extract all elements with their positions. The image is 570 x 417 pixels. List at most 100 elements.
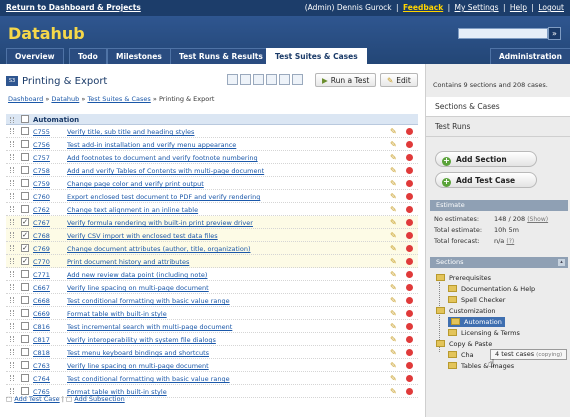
delete-icon[interactable]: [406, 128, 413, 135]
edit-icon[interactable]: ✎: [390, 140, 397, 149]
case-title[interactable]: Add footnotes to document and verify foo…: [67, 154, 258, 162]
case-id[interactable]: C762: [33, 206, 50, 214]
edit-icon[interactable]: ✎: [390, 361, 397, 370]
tree-item-licensing[interactable]: Licensing & Terms: [448, 329, 520, 337]
case-title[interactable]: Change text alignment in an inline table: [67, 206, 198, 214]
help-link[interactable]: Help: [510, 3, 527, 12]
drag-handle-icon[interactable]: [10, 310, 14, 316]
show-estimates-link[interactable]: (Show): [527, 216, 548, 223]
case-title[interactable]: Change page color and verify print outpu…: [67, 180, 204, 188]
drag-handle-icon[interactable]: [10, 258, 14, 264]
case-title[interactable]: Verify title, sub title and heading styl…: [67, 128, 194, 136]
tree-item-prerequisites[interactable]: Prerequisites: [436, 274, 491, 282]
run-test-button[interactable]: ▶ Run a Test: [315, 73, 377, 87]
delete-icon[interactable]: [406, 284, 413, 291]
case-title[interactable]: Change document attributes (author, titl…: [67, 245, 251, 253]
drag-handle-icon[interactable]: [10, 180, 14, 186]
row-checkbox[interactable]: [21, 166, 29, 174]
delete-icon[interactable]: [406, 193, 413, 200]
table-row[interactable]: C763 Verify line spacing on multi-page do…: [6, 359, 418, 372]
case-title[interactable]: Test incremental search with multi-page …: [67, 323, 232, 331]
row-checkbox[interactable]: [21, 348, 29, 356]
case-id[interactable]: C768: [33, 232, 50, 240]
table-row[interactable]: C771 Add new review data point (including…: [6, 268, 418, 281]
case-title[interactable]: Export enclosed test document to PDF and…: [67, 193, 260, 201]
drag-handle-icon[interactable]: [10, 167, 14, 173]
return-to-dashboard-link[interactable]: Return to Dashboard & Projects: [6, 3, 141, 12]
row-checkbox[interactable]: [21, 283, 29, 291]
table-row[interactable]: C760 Export enclosed test document to PDF…: [6, 190, 418, 203]
breadcrumb-suites[interactable]: Test Suites & Cases: [87, 95, 150, 103]
case-id[interactable]: C763: [33, 362, 50, 370]
delete-icon[interactable]: [406, 206, 413, 213]
row-checkbox[interactable]: [21, 335, 29, 343]
tree-item-copy-paste[interactable]: Copy & Paste: [436, 340, 492, 348]
case-title[interactable]: Add new review data point (including not…: [67, 271, 207, 279]
drag-handle-icon[interactable]: [10, 388, 14, 394]
case-title[interactable]: Format table with built-in style: [67, 310, 167, 318]
case-id[interactable]: C667: [33, 284, 50, 292]
drag-handle-icon[interactable]: [10, 232, 14, 238]
case-id[interactable]: C669: [33, 310, 50, 318]
drag-handle-icon[interactable]: [10, 117, 14, 123]
row-checkbox[interactable]: [21, 127, 29, 135]
case-title[interactable]: Test menu keyboard bindings and shortcut…: [67, 349, 209, 357]
tree-item-customization[interactable]: Customization: [436, 307, 496, 315]
delete-icon[interactable]: [406, 154, 413, 161]
search-button[interactable]: »: [548, 27, 561, 40]
select-all-checkbox[interactable]: [21, 115, 29, 123]
case-title[interactable]: Verify line spacing on multi-page docume…: [67, 284, 209, 292]
delete-icon[interactable]: [406, 375, 413, 382]
row-checkbox[interactable]: [21, 140, 29, 148]
move-icon[interactable]: [279, 74, 290, 85]
case-id[interactable]: C816: [33, 323, 50, 331]
table-row[interactable]: C669 Format table with built-in style ✎: [6, 307, 418, 320]
case-title[interactable]: Verify formula rendering with built-in p…: [67, 219, 253, 227]
drag-handle-icon[interactable]: [10, 154, 14, 160]
case-id[interactable]: C755: [33, 128, 50, 136]
case-title[interactable]: Verify line spacing on multi-page docume…: [67, 362, 209, 370]
row-checkbox[interactable]: [21, 153, 29, 161]
drag-handle-icon[interactable]: [10, 284, 14, 290]
table-row[interactable]: ✓ C768 Verify CSV import with enclosed tes…: [6, 229, 418, 242]
edit-icon[interactable]: ✎: [390, 309, 397, 318]
case-id[interactable]: C760: [33, 193, 50, 201]
case-id[interactable]: C759: [33, 180, 50, 188]
edit-icon[interactable]: ✎: [390, 153, 397, 162]
my-settings-link[interactable]: My Settings: [455, 3, 499, 12]
table-row[interactable]: C756 Test add-in installation and verify …: [6, 138, 418, 151]
case-id[interactable]: C758: [33, 167, 50, 175]
add-subsection-link[interactable]: Add Subsection: [74, 395, 124, 403]
row-checkbox[interactable]: [21, 361, 29, 369]
drag-handle-icon[interactable]: [10, 323, 14, 329]
tree-item-cha[interactable]: Cha: [448, 351, 474, 359]
table-row[interactable]: C758 Add and verify Tables of Contents wi…: [6, 164, 418, 177]
tree-item-spell-checker[interactable]: Spell Checker: [448, 296, 505, 304]
edit-icon[interactable]: ✎: [390, 218, 397, 227]
print-icon[interactable]: [292, 74, 303, 85]
add-test-case-link[interactable]: Add Test Case: [14, 395, 59, 403]
row-checkbox[interactable]: ✓: [21, 257, 29, 265]
edit-icon[interactable]: ✎: [390, 283, 397, 292]
tree-item-tables-images[interactable]: Tables & Images: [448, 362, 514, 370]
drag-handle-icon[interactable]: [10, 375, 14, 381]
edit-button[interactable]: ✎ Edit: [380, 73, 418, 87]
row-checkbox[interactable]: [21, 270, 29, 278]
case-id[interactable]: C757: [33, 154, 50, 162]
row-checkbox[interactable]: [21, 387, 29, 395]
delete-icon[interactable]: [406, 271, 413, 278]
case-title[interactable]: Test add-in installation and verify menu…: [67, 141, 236, 149]
tab-administration[interactable]: Administration: [490, 48, 570, 64]
tab-todo[interactable]: Todo: [69, 48, 107, 64]
case-id[interactable]: C817: [33, 336, 50, 344]
forecast-help-link[interactable]: (?): [506, 238, 514, 245]
drag-handle-icon[interactable]: [10, 219, 14, 225]
edit-icon[interactable]: ✎: [390, 127, 397, 136]
view-list-icon[interactable]: [240, 74, 251, 85]
breadcrumb-dashboard[interactable]: Dashboard: [8, 95, 43, 103]
table-row[interactable]: C818 Test menu keyboard bindings and shor…: [6, 346, 418, 359]
delete-icon[interactable]: [406, 297, 413, 304]
case-title[interactable]: Verify CSV import with enclosed test dat…: [67, 232, 218, 240]
breadcrumb-project[interactable]: Datahub: [51, 95, 79, 103]
tab-test-suites[interactable]: Test Suites & Cases: [266, 48, 367, 64]
